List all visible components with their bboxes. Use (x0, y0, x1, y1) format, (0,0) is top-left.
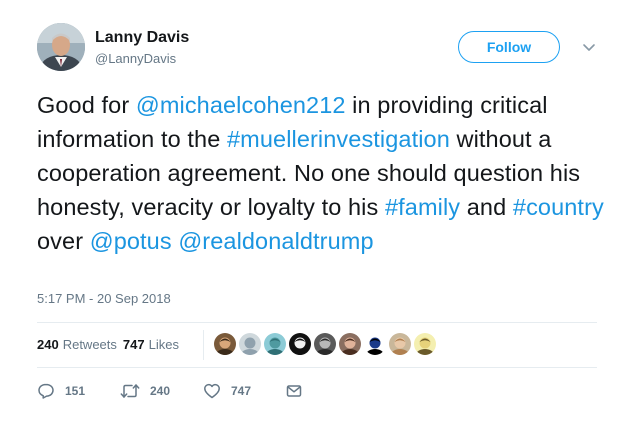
tweet-actions: 151 240 747 (37, 382, 303, 400)
tweet-text-segment: and (460, 194, 513, 220)
liker-avatar[interactable] (289, 333, 311, 355)
mention-link[interactable]: @realdonaldtrump (178, 228, 373, 254)
divider (37, 322, 597, 323)
hashtag-link[interactable]: #country (513, 194, 604, 220)
liker-avatar[interactable] (364, 333, 386, 355)
liker-avatar[interactable] (264, 333, 286, 355)
hashtag-link[interactable]: #muellerinvestigation (227, 126, 450, 152)
like-button[interactable]: 747 (203, 382, 285, 400)
follow-button[interactable]: Follow (458, 31, 560, 63)
like-count: 747 (231, 384, 252, 398)
liker-avatar[interactable] (314, 333, 336, 355)
tweet-text-segment: Good for (37, 92, 136, 118)
retweets-stat-label: Retweets (62, 337, 117, 352)
likes-stat[interactable]: 747 Likes (123, 336, 179, 354)
liker-avatar[interactable] (214, 333, 236, 355)
tweet-stats: 240 Retweets 747 Likes (37, 336, 179, 354)
tweet-text: Good for @michaelcohen212 in providing c… (37, 88, 607, 258)
liker-avatars (214, 333, 436, 355)
tweet-timestamp[interactable]: 5:17 PM - 20 Sep 2018 (37, 290, 171, 308)
hashtag-link[interactable]: #family (385, 194, 460, 220)
tweet-card: Lanny Davis @LannyDavis Follow Good for … (0, 0, 632, 436)
chevron-down-icon (583, 44, 595, 51)
retweet-button[interactable]: 240 (120, 382, 203, 400)
stats-separator (203, 330, 204, 360)
mention-link[interactable]: @michaelcohen212 (136, 92, 346, 118)
reply-icon (38, 383, 54, 399)
liker-avatar[interactable] (339, 333, 361, 355)
retweet-count: 240 (150, 384, 171, 398)
tweet-text-segment: over (37, 228, 90, 254)
reply-button[interactable]: 151 (37, 382, 120, 400)
retweet-icon (120, 384, 140, 398)
liker-avatar[interactable] (239, 333, 261, 355)
liker-avatar[interactable] (389, 333, 411, 355)
retweets-stat[interactable]: 240 Retweets (37, 336, 117, 354)
more-options-button[interactable] (579, 40, 599, 56)
author-avatar[interactable] (37, 23, 85, 71)
reply-count: 151 (65, 384, 86, 398)
author-display-name[interactable]: Lanny Davis (95, 28, 189, 48)
mention-link[interactable]: @potus (90, 228, 172, 254)
direct-message-button[interactable] (285, 382, 303, 400)
divider (37, 367, 597, 368)
retweets-stat-count: 240 (37, 337, 59, 352)
liker-avatar[interactable] (414, 333, 436, 355)
likes-stat-count: 747 (122, 337, 145, 352)
author-handle[interactable]: @LannyDavis (95, 50, 176, 68)
avatar-photo (37, 23, 85, 71)
envelope-icon (286, 385, 302, 397)
heart-icon (204, 383, 220, 399)
likes-stat-label: Likes (148, 337, 179, 352)
